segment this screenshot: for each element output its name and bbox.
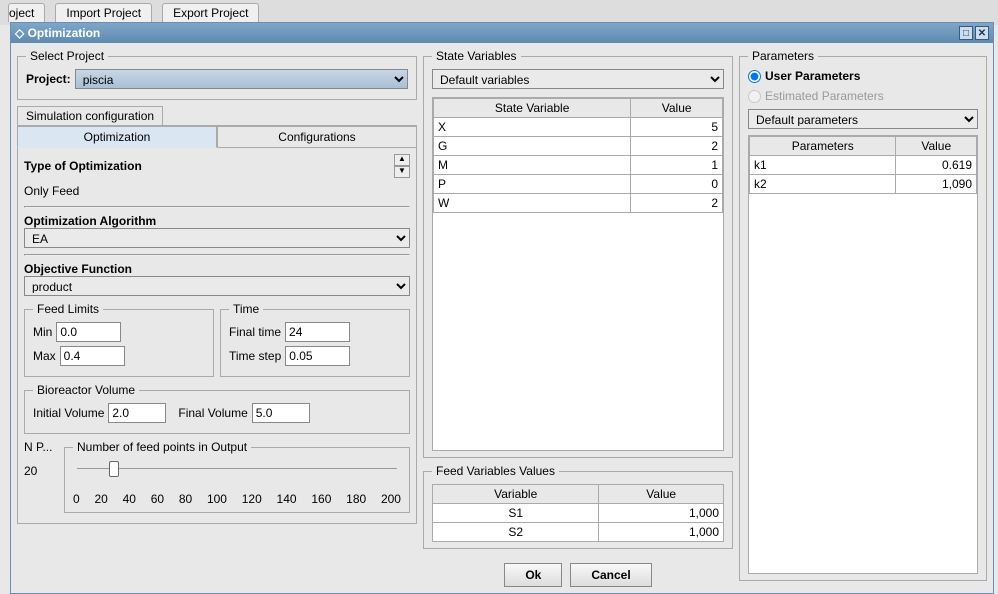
est-params-label: Estimated Parameters	[765, 89, 884, 103]
bg-tab-project[interactable]: oject	[8, 3, 45, 22]
npoints-slider[interactable]	[77, 468, 397, 488]
feed-vals-table: Variable Value S11,000S21,000	[432, 484, 724, 542]
bioreactor-legend: Bioreactor Volume	[33, 383, 139, 397]
ok-button[interactable]: Ok	[504, 563, 562, 587]
final-time-label: Final time	[229, 325, 281, 339]
slider-tick-label: 20	[94, 492, 107, 506]
type-opt-value: Only Feed	[24, 184, 79, 198]
state-vars-table: State Variable Value X5G2M1P0W2	[433, 98, 723, 213]
slider-handle-icon[interactable]	[109, 461, 119, 477]
init-vol-label: Initial Volume	[33, 406, 104, 420]
type-opt-label: Type of Optimization	[24, 159, 142, 173]
feed-vals-group: Feed Variables Values Variable Value S11…	[423, 464, 733, 549]
type-spin-down-icon[interactable]: ▼	[394, 166, 410, 178]
final-time-input[interactable]	[285, 322, 350, 342]
slider-tick-label: 200	[381, 492, 401, 506]
final-vol-label: Final Volume	[178, 406, 247, 420]
time-group: Time Final time Time step	[220, 302, 410, 377]
maximize-icon[interactable]: □	[959, 26, 973, 40]
est-params-radio	[748, 90, 761, 103]
table-row[interactable]: M1	[434, 156, 723, 175]
min-label: Min	[33, 325, 52, 339]
cancel-button[interactable]: Cancel	[570, 563, 651, 587]
table-row[interactable]: k21,090	[750, 175, 977, 194]
tabstrip: Optimization Configurations	[17, 125, 417, 148]
state-vars-select[interactable]: Default variables	[432, 69, 724, 89]
min-input[interactable]	[56, 322, 121, 342]
select-project-legend: Select Project	[26, 49, 108, 63]
slider-tick-label: 140	[277, 492, 297, 506]
bg-tab-export[interactable]: Export Project	[162, 3, 259, 22]
final-vol-input[interactable]	[252, 403, 310, 423]
params-table: Parameters Value k10.619k21,090	[749, 136, 977, 194]
slider-tick-label: 100	[207, 492, 227, 506]
window-icon: ◇	[15, 26, 24, 40]
feed-limits-legend: Feed Limits	[33, 302, 103, 316]
state-vars-group: State Variables Default variables State …	[423, 49, 733, 458]
bioreactor-group: Bioreactor Volume Initial Volume Final V…	[24, 383, 410, 434]
project-select[interactable]: piscia	[75, 69, 408, 89]
npoints-short-label: N P...	[24, 440, 60, 454]
type-spin-up-icon[interactable]: ▲	[394, 154, 410, 166]
table-row[interactable]: S21,000	[433, 523, 724, 542]
user-params-radio[interactable]	[748, 70, 761, 83]
npoints-value: 20	[24, 464, 60, 478]
obj-select[interactable]: product	[24, 276, 410, 296]
slider-tick-label: 60	[151, 492, 164, 506]
tab-configurations[interactable]: Configurations	[217, 126, 417, 148]
feed-limits-group: Feed Limits Min Max	[24, 302, 214, 377]
feed-vals-legend: Feed Variables Values	[432, 464, 559, 478]
table-row[interactable]: G2	[434, 137, 723, 156]
select-project-group: Select Project Project: piscia	[17, 49, 417, 100]
slider-tick-label: 160	[311, 492, 331, 506]
table-row[interactable]: S11,000	[433, 504, 724, 523]
fv-head-val: Value	[599, 485, 724, 504]
close-icon[interactable]: ✕	[975, 26, 989, 40]
sim-config-label: Simulation configuration	[17, 106, 163, 125]
sv-head-val: Value	[631, 99, 723, 118]
bg-tab-import[interactable]: Import Project	[55, 3, 152, 22]
fv-head-var: Variable	[433, 485, 599, 504]
table-row[interactable]: X5	[434, 118, 723, 137]
optimization-window: ◇ Optimization □ ✕ Select Project Projec…	[10, 22, 994, 594]
npoints-group: Number of feed points in Output 0 20 40 60 8…	[64, 440, 410, 513]
algo-label: Optimization Algorithm	[24, 214, 410, 228]
table-row[interactable]: P0	[434, 175, 723, 194]
titlebar[interactable]: ◇ Optimization □ ✕	[11, 23, 993, 43]
max-input[interactable]	[60, 346, 125, 366]
slider-tick-label: 0	[73, 492, 80, 506]
slider-tick-label: 40	[123, 492, 136, 506]
sv-head-var: State Variable	[434, 99, 631, 118]
time-step-input[interactable]	[285, 346, 350, 366]
window-title: Optimization	[28, 26, 957, 40]
optimization-panel: Type of Optimization ▲ ▼ Only Feed Optim…	[17, 148, 417, 524]
project-label: Project:	[26, 72, 71, 86]
slider-tick-label: 80	[179, 492, 192, 506]
init-vol-input[interactable]	[108, 403, 166, 423]
user-params-label: User Parameters	[765, 69, 860, 83]
algo-select[interactable]: EA	[24, 228, 410, 248]
max-label: Max	[33, 349, 56, 363]
table-row[interactable]: W2	[434, 194, 723, 213]
pr-head-val: Value	[896, 137, 977, 156]
parameters-group: Parameters User Parameters Estimated Par…	[739, 49, 987, 581]
obj-label: Objective Function	[24, 262, 410, 276]
pr-head-par: Parameters	[750, 137, 896, 156]
time-legend: Time	[229, 302, 263, 316]
slider-tick-label: 120	[242, 492, 262, 506]
table-row[interactable]: k10.619	[750, 156, 977, 175]
npoints-label: Number of feed points in Output	[73, 440, 251, 454]
slider-tick-label: 180	[346, 492, 366, 506]
tab-optimization[interactable]: Optimization	[17, 126, 217, 148]
params-select[interactable]: Default parameters	[748, 109, 978, 129]
state-vars-legend: State Variables	[432, 49, 521, 63]
parameters-legend: Parameters	[748, 49, 818, 63]
time-step-label: Time step	[229, 349, 281, 363]
